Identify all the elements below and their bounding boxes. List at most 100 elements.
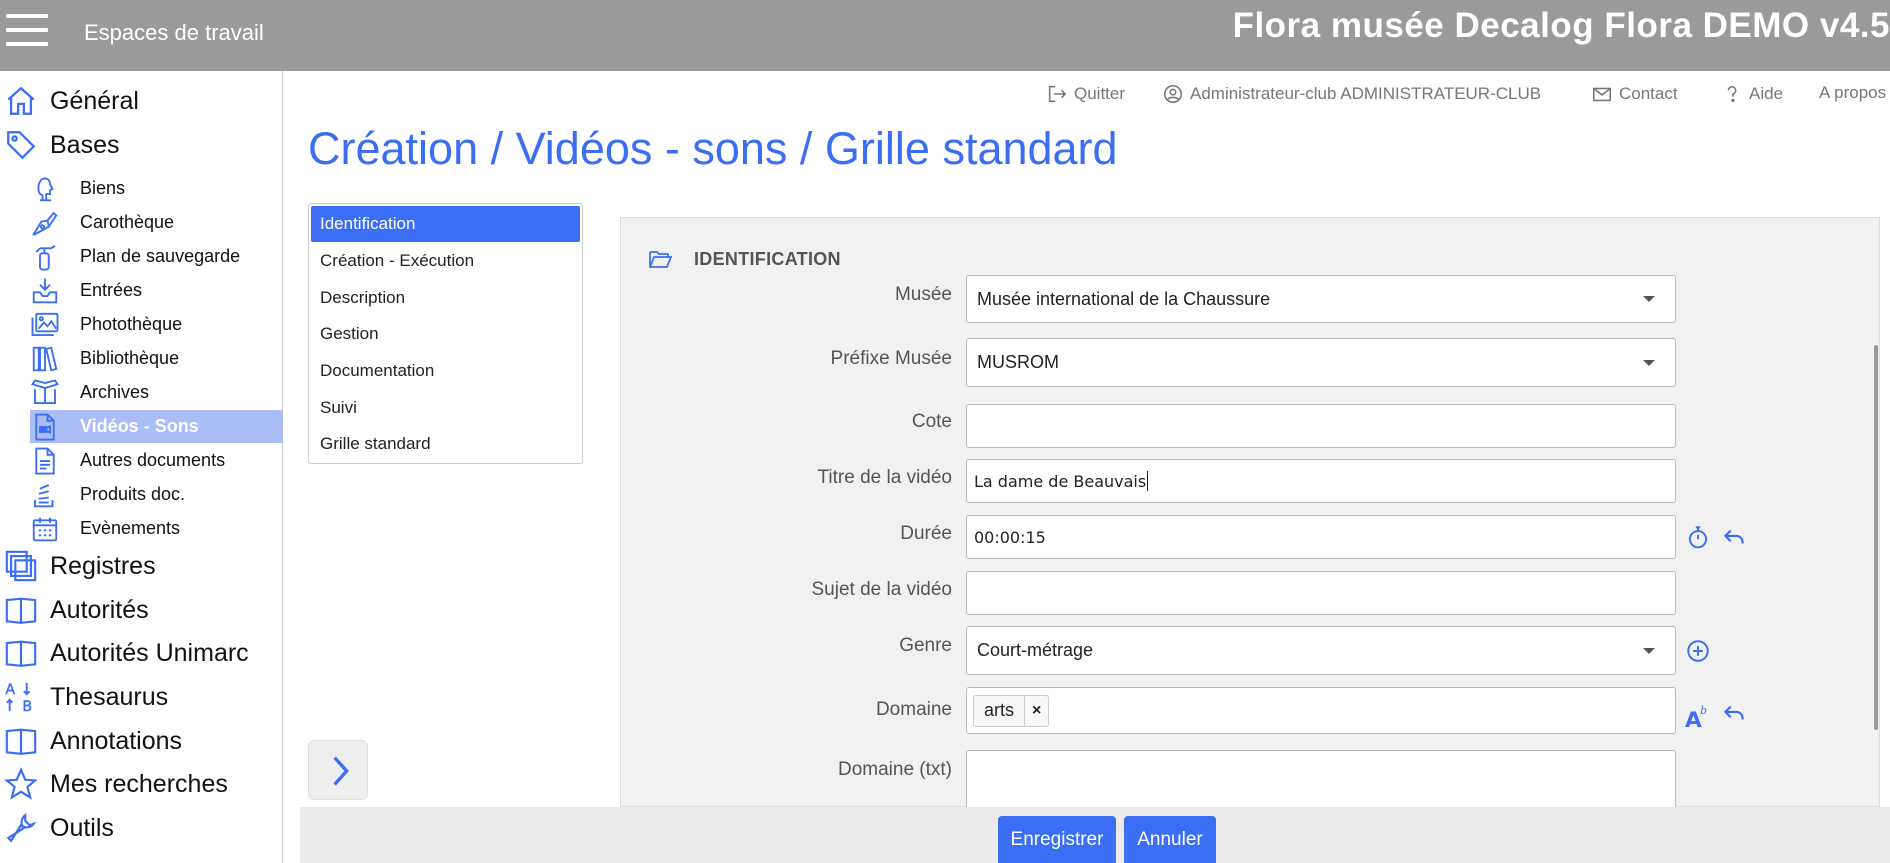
sidebar-item-autres-documents[interactable]: Autres documents bbox=[0, 444, 283, 477]
tab-description[interactable]: Description bbox=[311, 280, 580, 316]
sidebar-item-label: Carothèque bbox=[80, 212, 175, 232]
sidebar-item-produits-doc[interactable]: Produits doc. bbox=[0, 478, 283, 511]
prefixe-label: Préfixe Musée bbox=[830, 348, 952, 369]
help-link[interactable]: Aide bbox=[1721, 83, 1783, 105]
musee-select[interactable]: Musée international de la Chaussure bbox=[966, 275, 1676, 323]
sidebar-item-autorites[interactable]: Autorités bbox=[0, 590, 283, 630]
sidebar-item-bases[interactable]: Bases bbox=[0, 125, 283, 165]
domaine-label: Domaine bbox=[875, 699, 952, 720]
sidebar-item-carotheque[interactable]: Carothèque bbox=[0, 206, 283, 239]
sidebar-item-label: Produits doc. bbox=[80, 484, 186, 504]
tab-gestion[interactable]: Gestion bbox=[311, 316, 580, 352]
sidebar-item-label: Vidéos - Sons bbox=[80, 416, 199, 436]
genre-select[interactable]: Court-métrage bbox=[966, 626, 1676, 675]
add-circle-icon[interactable] bbox=[1685, 638, 1711, 664]
chevron-right-icon bbox=[333, 756, 349, 786]
sidebar-item-mes-recherches[interactable]: Mes recherches bbox=[0, 764, 283, 804]
cancel-button[interactable]: Annuler bbox=[1124, 816, 1216, 863]
tab-identification[interactable]: Identification bbox=[311, 206, 580, 242]
hamburger-menu-icon[interactable] bbox=[6, 14, 48, 46]
sidebar-item-label: Bibliothèque bbox=[80, 348, 180, 368]
sidebar-item-registres[interactable]: Registres bbox=[0, 546, 283, 586]
domaine-tag-input[interactable]: arts × bbox=[966, 687, 1676, 734]
cote-input[interactable] bbox=[966, 404, 1676, 448]
stopwatch-icon[interactable] bbox=[1685, 524, 1711, 550]
top-bar: Espaces de travail Flora musée Decalog F… bbox=[0, 0, 1890, 71]
scrollbar[interactable] bbox=[1874, 345, 1878, 730]
sujet-input[interactable] bbox=[966, 571, 1676, 615]
book-open-icon bbox=[5, 597, 37, 624]
text-format-icon[interactable]: Ab bbox=[1685, 703, 1711, 729]
titre-input[interactable]: La dame de Beauvais bbox=[966, 459, 1676, 503]
musee-label: Musée bbox=[894, 284, 952, 305]
save-button[interactable]: Enregistrer bbox=[998, 816, 1116, 863]
sidebar-item-label: Photothèque bbox=[80, 314, 183, 334]
prefixe-select[interactable]: MUSROM bbox=[966, 338, 1676, 387]
book-open-icon bbox=[5, 728, 37, 755]
sujet-label: Sujet de la vidéo bbox=[811, 579, 953, 600]
about-link[interactable]: A propos bbox=[1819, 83, 1886, 103]
sidebar-item-biens[interactable]: Biens bbox=[0, 172, 283, 205]
question-icon bbox=[1727, 86, 1737, 103]
sidebar-item-label: Evènements bbox=[80, 518, 181, 538]
sidebar-item-annotations[interactable]: Annotations bbox=[0, 721, 283, 761]
sidebar-item-label: Outils bbox=[50, 813, 114, 842]
fire-extinguisher-icon bbox=[35, 244, 56, 270]
about-label: A propos bbox=[1819, 83, 1887, 102]
sidebar-item-label: Plan de sauvegarde bbox=[80, 246, 241, 266]
quit-label: Quitter bbox=[1074, 84, 1126, 103]
sidebar-item-label: Thesaurus bbox=[50, 682, 169, 711]
books-icon bbox=[32, 346, 58, 371]
page-title: Création / Vidéos - sons / Grille standa… bbox=[308, 123, 1118, 174]
svg-text:b: b bbox=[1700, 704, 1707, 717]
prefixe-value: MUSROM bbox=[977, 352, 1059, 372]
contact-link[interactable]: Contact bbox=[1591, 83, 1678, 105]
cote-label: Cote bbox=[911, 411, 952, 432]
chevron-down-icon bbox=[1643, 647, 1655, 654]
sidebar-item-thesaurus[interactable]: AB Thesaurus bbox=[0, 677, 283, 717]
next-button[interactable] bbox=[308, 740, 368, 800]
duree-input[interactable]: 00:00:15 bbox=[966, 515, 1676, 559]
sidebar-item-archives[interactable]: Archives bbox=[0, 376, 283, 409]
genre-label: Genre bbox=[899, 635, 952, 656]
sidebar-item-label: Mes recherches bbox=[50, 769, 228, 798]
sidebar-item-label: Entrées bbox=[80, 280, 143, 300]
wrench-icon bbox=[6, 813, 37, 843]
musee-value: Musée international de la Chaussure bbox=[977, 288, 1271, 309]
sidebar: Général Bases Biens Carothèque Plan de s… bbox=[0, 71, 283, 863]
box-open-icon bbox=[31, 378, 59, 404]
tab-creation-execution[interactable]: Création - Exécution bbox=[311, 243, 580, 279]
app-title: Flora musée Decalog Flora DEMO v4.5 bbox=[1232, 6, 1890, 45]
sidebar-item-label: Archives bbox=[80, 382, 150, 402]
workspaces-link[interactable]: Espaces de travail bbox=[84, 20, 264, 46]
tab-suivi[interactable]: Suivi bbox=[311, 390, 580, 426]
tag-remove-button[interactable]: × bbox=[1024, 695, 1048, 726]
sidebar-item-evenements[interactable]: Evènements bbox=[0, 512, 283, 545]
file-text-icon bbox=[35, 447, 55, 474]
chevron-down-icon bbox=[1643, 359, 1655, 366]
pen-nib-icon bbox=[32, 211, 58, 235]
sidebar-item-label: Général bbox=[50, 86, 139, 115]
quit-link[interactable]: Quitter bbox=[1046, 83, 1125, 105]
tab-grille-standard[interactable]: Grille standard bbox=[311, 426, 580, 462]
sidebar-item-label: Annotations bbox=[50, 726, 183, 755]
sidebar-item-general[interactable]: Général bbox=[0, 81, 283, 121]
sidebar-item-videos-sons[interactable]: Vidéos - Sons bbox=[30, 410, 283, 443]
sidebar-item-phototheque[interactable]: Photothèque bbox=[0, 308, 283, 341]
chevron-down-icon bbox=[1643, 296, 1655, 302]
user-link[interactable]: Administrateur-club ADMINISTRATEUR-CLUB bbox=[1162, 83, 1541, 105]
sidebar-item-entrees[interactable]: Entrées bbox=[0, 274, 283, 307]
sidebar-item-outils[interactable]: Outils bbox=[0, 808, 283, 848]
domaine-txt-textarea[interactable] bbox=[966, 750, 1676, 807]
undo-icon[interactable] bbox=[1721, 700, 1747, 726]
user-circle-icon bbox=[1163, 84, 1183, 104]
tab-documentation[interactable]: Documentation bbox=[311, 353, 580, 389]
contact-label: Contact bbox=[1619, 84, 1678, 103]
images-icon bbox=[31, 312, 59, 336]
sidebar-item-label: Autres documents bbox=[80, 450, 226, 470]
sidebar-item-autorites-unimarc[interactable]: Autorités Unimarc bbox=[0, 633, 283, 673]
undo-icon[interactable] bbox=[1721, 524, 1747, 550]
sidebar-item-bibliotheque[interactable]: Bibliothèque bbox=[0, 342, 283, 375]
genre-value: Court-métrage bbox=[977, 640, 1094, 660]
sidebar-item-plan-sauvegarde[interactable]: Plan de sauvegarde bbox=[0, 240, 283, 273]
